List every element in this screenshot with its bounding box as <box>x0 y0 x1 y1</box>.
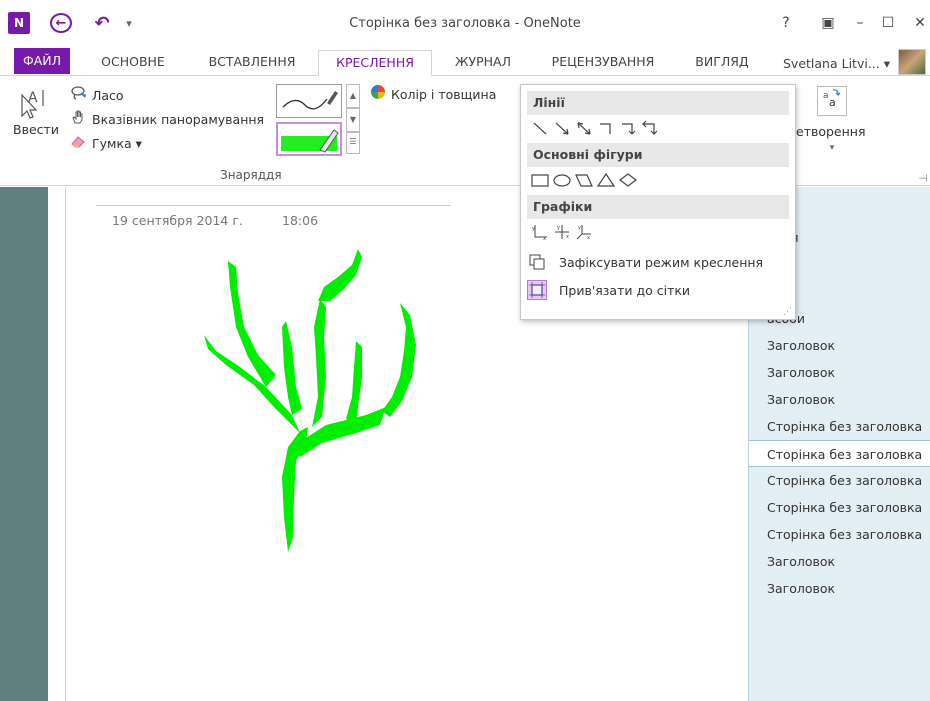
minimize-button[interactable]: – <box>846 12 874 34</box>
lock-drawing-mode-icon <box>527 252 547 272</box>
text-cursor-icon: A <box>10 86 62 122</box>
tab-home[interactable]: ОСНОВНЕ <box>86 50 180 76</box>
page-margin-gutter <box>48 187 66 701</box>
svg-text:x: x <box>587 235 590 240</box>
svg-text:x: x <box>566 234 569 240</box>
svg-text:a: a <box>829 96 836 109</box>
lines-section-header: Лінії <box>527 91 789 115</box>
tab-history[interactable]: ЖУРНАЛ <box>440 50 526 76</box>
arrow-shape-button[interactable] <box>551 118 573 138</box>
snap-to-grid-label: Прив'язати до сітки <box>559 282 691 298</box>
xyz-axis-graph-button[interactable]: yx <box>573 222 595 242</box>
tab-file[interactable]: ФАЙЛ <box>14 48 70 74</box>
snap-to-grid-menu-item[interactable]: Прив'язати до сітки <box>527 277 789 303</box>
page-list-item[interactable]: Сторінка без заголовка <box>749 413 930 440</box>
graphs-section-header: Графіки <box>527 195 789 219</box>
user-account-menu[interactable]: Svetlana Litvi... ▾ <box>783 56 890 71</box>
svg-text:y: y <box>578 225 581 231</box>
panning-hand-button[interactable]: Вказівник панорамування <box>70 108 264 130</box>
eraser-icon <box>70 133 88 153</box>
type-text-button[interactable]: A Ввести <box>10 86 62 137</box>
tab-view[interactable]: ВИГЛЯД <box>680 50 764 76</box>
color-and-thickness-button[interactable]: Колір і товщина <box>370 84 496 104</box>
page-list-item[interactable]: Сторінка без заголовка <box>749 494 930 521</box>
basic-shapes-row <box>529 169 639 191</box>
rectangle-shape-button[interactable] <box>529 170 551 190</box>
chevron-down-icon: ▾ <box>829 143 835 153</box>
elbow-double-arrow-shape-button[interactable] <box>639 118 661 138</box>
convert-button[interactable]: aa етворення ▾ <box>792 86 872 153</box>
ink-drawing-tree[interactable] <box>196 247 436 557</box>
lasso-select-button[interactable]: Ласо <box>70 84 124 106</box>
svg-text:y: y <box>557 225 560 231</box>
help-button[interactable]: ? <box>772 12 800 34</box>
page-time: 18:06 <box>282 213 319 228</box>
diamond-shape-button[interactable] <box>617 170 639 190</box>
panning-hand-label: Вказівник панорамування <box>92 111 265 127</box>
page-list-item[interactable]: Заголовок <box>749 548 930 575</box>
ellipse-shape-button[interactable] <box>551 170 573 190</box>
lock-drawing-mode-label: Зафіксувати режим креслення <box>559 254 764 270</box>
tab-draw[interactable]: КРЕСЛЕННЯ <box>318 50 432 76</box>
page-list-item[interactable]: Заголовок <box>749 359 930 386</box>
ribbon-tab-row: ФАЙЛ ОСНОВНЕ ВСТАВЛЕННЯ КРЕСЛЕННЯ ЖУРНАЛ… <box>0 44 930 76</box>
color-and-thickness-label: Колір і товщина <box>391 86 497 102</box>
avatar[interactable] <box>898 49 926 75</box>
basic-shapes-section-header: Основні фігури <box>527 143 789 167</box>
pen-style-black[interactable] <box>276 84 342 118</box>
tab-review[interactable]: РЕЦЕНЗУВАННЯ <box>536 50 670 76</box>
lock-drawing-mode-menu-item[interactable]: Зафіксувати режим креслення <box>527 249 789 275</box>
lasso-label: Ласо <box>92 87 124 103</box>
svg-text:x: x <box>543 236 546 240</box>
page-list-item[interactable]: Заголовок <box>749 332 930 359</box>
graphs-row: yx yx yx <box>529 221 595 243</box>
page-list-item[interactable]: Сторінка без заголовка <box>749 521 930 548</box>
pen-style-green-highlighter[interactable] <box>276 122 342 156</box>
convert-label: етворення <box>796 124 866 139</box>
maximize-button[interactable]: ☐ <box>874 12 902 34</box>
double-arrow-shape-button[interactable] <box>573 118 595 138</box>
snap-to-grid-icon <box>527 280 547 300</box>
xy-axis-graph-button[interactable]: yx <box>529 222 551 242</box>
gallery-scroll-up-button[interactable]: ▲ <box>346 84 360 108</box>
svg-text:a: a <box>823 91 829 101</box>
lines-shape-row <box>529 117 661 139</box>
eraser-label: Гумка ▾ <box>92 135 142 151</box>
xy-cross-axis-graph-button[interactable]: yx <box>551 222 573 242</box>
gallery-more-button[interactable]: ☰ <box>346 132 360 154</box>
svg-text:y: y <box>532 226 535 232</box>
triangle-shape-button[interactable] <box>595 170 617 190</box>
eraser-button[interactable]: Гумка ▾ <box>70 132 142 154</box>
title-underline <box>96 205 451 206</box>
page-list-item[interactable]: Сторінка без заголовка <box>749 467 930 494</box>
parallelogram-shape-button[interactable] <box>573 170 595 190</box>
tab-insert[interactable]: ВСТАВЛЕННЯ <box>196 50 308 76</box>
title-bar: N ← ↶ ▾ Сторінка без заголовка - OneNote… <box>0 0 930 44</box>
gallery-scroll-down-button[interactable]: ▼ <box>346 108 360 132</box>
elbow-line-shape-button[interactable] <box>595 118 617 138</box>
page-list-item[interactable]: Заголовок <box>749 575 930 602</box>
ink-to-text-icon: aa <box>817 86 847 116</box>
hand-icon <box>70 109 88 129</box>
type-text-label: Ввести <box>13 122 59 137</box>
color-palette-icon <box>370 84 386 104</box>
page-date: 19 сентября 2014 г. <box>112 213 243 228</box>
menu-resize-grip-icon[interactable]: ⋰ <box>783 307 792 317</box>
ribbon-display-options-button[interactable]: ▣ <box>814 12 842 34</box>
elbow-arrow-shape-button[interactable] <box>617 118 639 138</box>
line-shape-button[interactable] <box>529 118 551 138</box>
close-button[interactable]: ✕ <box>906 12 930 34</box>
notebook-sections-strip[interactable] <box>0 187 48 701</box>
pin-ribbon-icon[interactable]: ⊣ <box>918 172 928 185</box>
page-list-item[interactable]: Заголовок <box>749 386 930 413</box>
shapes-dropdown-menu: Лінії Основні фігури Графіки yx yx yx За… <box>520 84 796 320</box>
tools-group-label: Знаряддя <box>220 168 282 182</box>
page-list-item-selected[interactable]: Сторінка без заголовка <box>749 440 930 467</box>
lasso-icon <box>70 85 88 105</box>
pen-gallery: ▲ ▼ ☰ <box>276 84 360 158</box>
